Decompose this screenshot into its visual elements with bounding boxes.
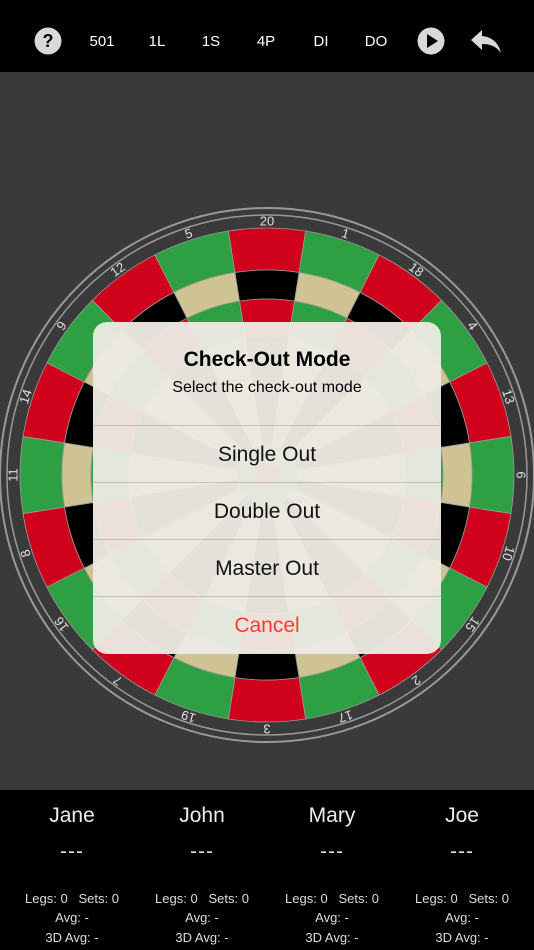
sets-button[interactable]: 1S xyxy=(202,28,220,56)
player-average: Avg: - xyxy=(445,910,479,925)
dialog-message: Select the check-out mode xyxy=(172,379,362,396)
board-segment[interactable] xyxy=(61,442,94,508)
top-toolbar: ? 501 1L 1S 4P DI DO xyxy=(0,0,534,72)
player-legs-sets: Legs: 0 Sets: 0 xyxy=(285,891,379,906)
player-panel[interactable]: Jane --- Legs: 0 Sets: 0 Avg: - 3D Avg: … xyxy=(7,790,137,950)
player-average: Avg: - xyxy=(185,910,219,925)
board-number: 20 xyxy=(260,214,274,229)
double-out-button[interactable]: Double Out xyxy=(93,482,441,540)
player-3d-average: 3D Avg: - xyxy=(305,930,359,945)
dialog-title: Check-Out Mode xyxy=(183,348,351,371)
player-score: --- xyxy=(450,840,474,863)
board-segment[interactable] xyxy=(440,442,473,508)
check-out-button[interactable]: DO xyxy=(365,28,388,56)
player-score: --- xyxy=(190,840,214,863)
help-button[interactable]: ? xyxy=(34,27,62,55)
board-segment[interactable] xyxy=(19,435,65,515)
player-legs-sets: Legs: 0 Sets: 0 xyxy=(415,891,509,906)
game-mode-button[interactable]: 501 xyxy=(89,28,114,56)
board-number: 6 xyxy=(514,471,529,478)
single-out-button[interactable]: Single Out xyxy=(93,425,441,483)
player-3d-average: 3D Avg: - xyxy=(175,930,229,945)
players-button[interactable]: 4P xyxy=(257,28,275,56)
legs-button[interactable]: 1L xyxy=(149,28,166,56)
scoreboard: Jane --- Legs: 0 Sets: 0 Avg: - 3D Avg: … xyxy=(0,790,534,950)
player-score: --- xyxy=(60,840,84,863)
question-circle-icon: ? xyxy=(34,27,62,55)
player-3d-average: 3D Avg: - xyxy=(435,930,489,945)
player-panel[interactable]: Joe --- Legs: 0 Sets: 0 Avg: - 3D Avg: - xyxy=(397,790,527,950)
board-number: 3 xyxy=(263,722,270,737)
board-segment[interactable] xyxy=(469,435,515,515)
player-name: Joe xyxy=(445,804,479,827)
board-segment[interactable] xyxy=(227,677,307,723)
player-name: Jane xyxy=(49,804,95,827)
player-panel[interactable]: Mary --- Legs: 0 Sets: 0 Avg: - 3D Avg: … xyxy=(267,790,397,950)
player-name: John xyxy=(179,804,225,827)
board-number: 11 xyxy=(6,468,21,482)
master-out-button[interactable]: Master Out xyxy=(93,539,441,597)
player-average: Avg: - xyxy=(315,910,349,925)
check-in-button[interactable]: DI xyxy=(314,28,329,56)
play-button[interactable] xyxy=(417,27,445,55)
player-3d-average: 3D Avg: - xyxy=(45,930,99,945)
check-out-mode-dialog: Check-Out Mode Select the check-out mode… xyxy=(93,322,441,654)
undo-arrow-icon xyxy=(471,30,501,53)
play-circle-icon xyxy=(417,27,445,55)
board-segment[interactable] xyxy=(227,227,307,273)
svg-text:?: ? xyxy=(43,31,54,51)
undo-button[interactable] xyxy=(470,27,502,55)
cancel-button[interactable]: Cancel xyxy=(93,596,441,654)
player-name: Mary xyxy=(308,804,356,827)
player-average: Avg: - xyxy=(55,910,89,925)
board-segment[interactable] xyxy=(234,269,300,302)
player-legs-sets: Legs: 0 Sets: 0 xyxy=(155,891,249,906)
player-legs-sets: Legs: 0 Sets: 0 xyxy=(25,891,119,906)
player-panel[interactable]: John --- Legs: 0 Sets: 0 Avg: - 3D Avg: … xyxy=(137,790,267,950)
player-score: --- xyxy=(320,840,344,863)
